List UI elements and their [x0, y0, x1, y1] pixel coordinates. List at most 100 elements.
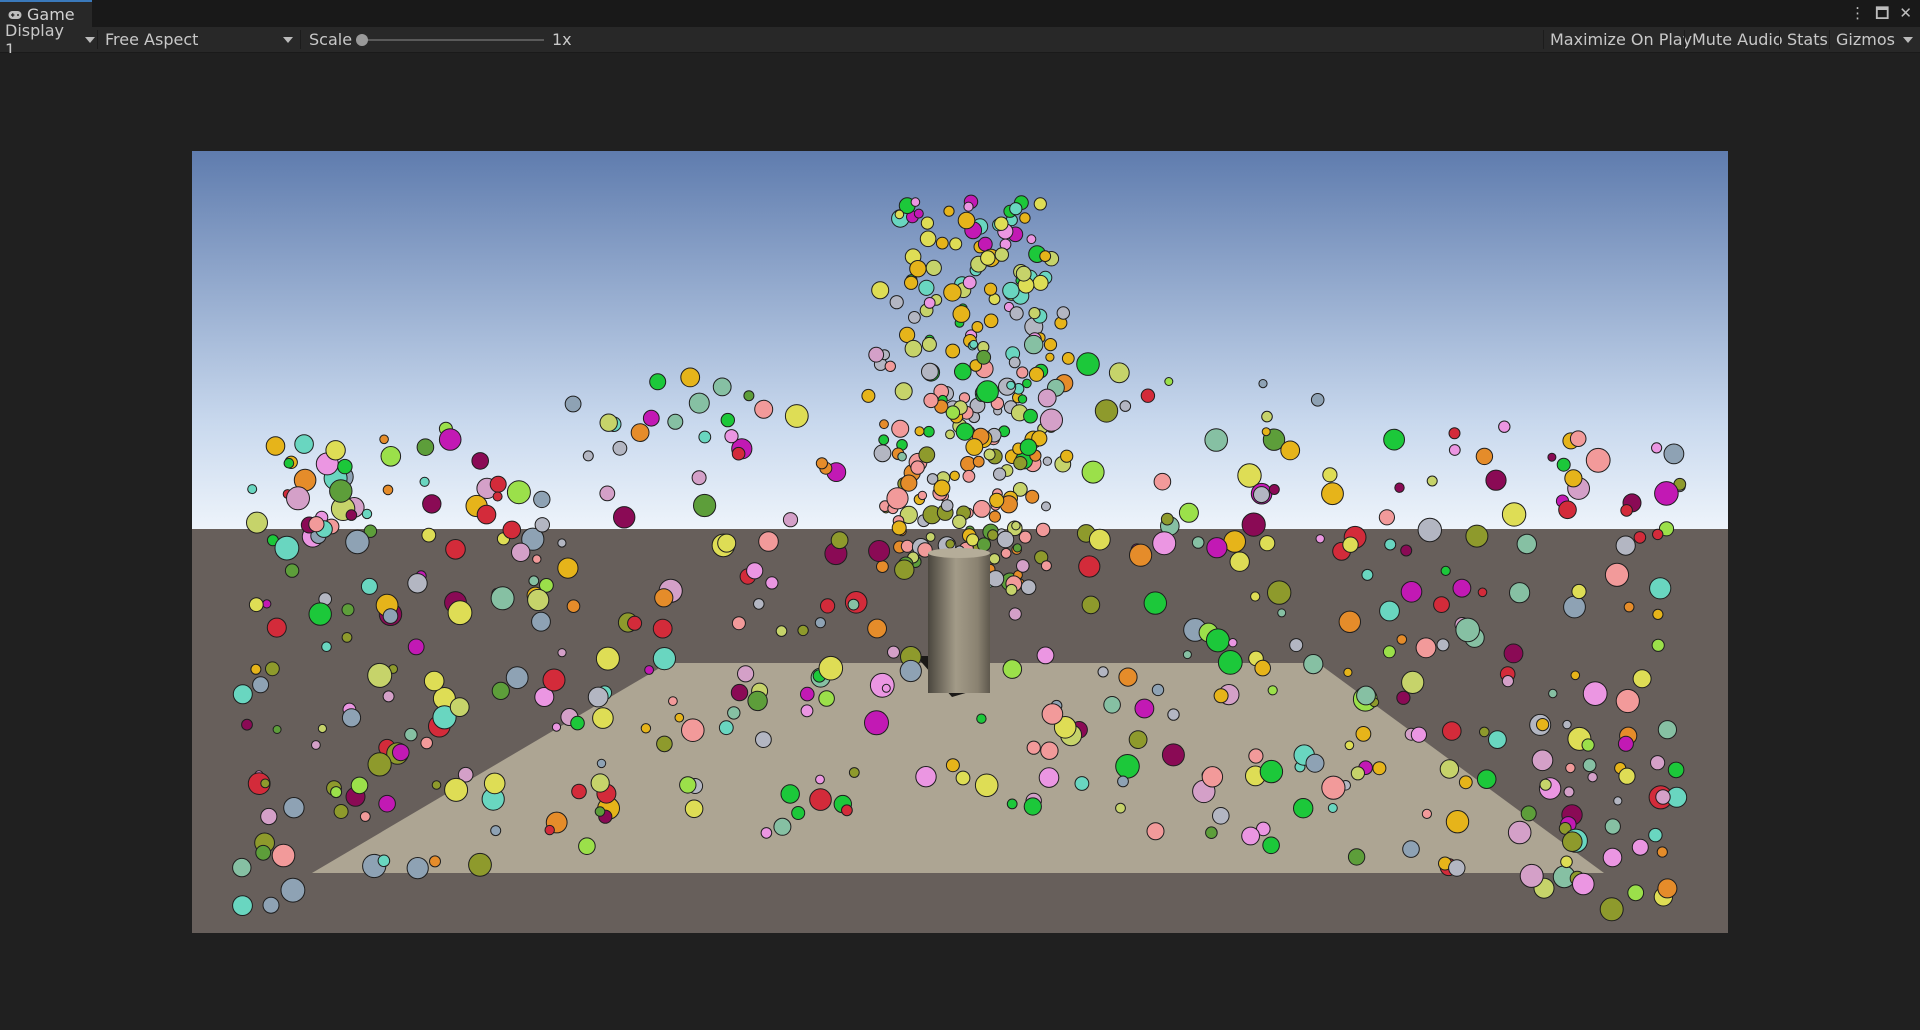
particle-ball — [1536, 718, 1550, 732]
particle-ball — [760, 827, 773, 839]
particle-ball — [1009, 202, 1023, 216]
particle-ball — [1599, 897, 1624, 922]
close-window-icon[interactable]: ✕ — [1899, 6, 1912, 21]
particle-ball — [341, 632, 353, 643]
particle-ball — [1028, 366, 1045, 382]
particle-ball — [232, 857, 252, 878]
particle-ball — [698, 430, 712, 444]
particle-ball — [1018, 530, 1032, 544]
particle-ball — [1654, 481, 1679, 506]
particle-ball — [1458, 775, 1473, 790]
particle-ball — [775, 625, 788, 637]
particle-ball — [527, 588, 550, 612]
particle-ball — [404, 727, 418, 742]
particle-ball — [1651, 638, 1665, 652]
particle-ball — [1572, 872, 1595, 896]
particle-ball — [731, 616, 746, 631]
particle-ball — [727, 706, 741, 720]
stats-toggle[interactable]: Stats — [1787, 27, 1828, 52]
particle-ball — [1016, 559, 1030, 573]
particle-ball — [317, 723, 327, 734]
particle-ball — [1020, 579, 1037, 596]
particle-ball — [914, 426, 925, 437]
particle-ball — [1322, 467, 1338, 483]
particle-ball — [868, 346, 885, 363]
particle-ball — [596, 758, 607, 769]
maximize-window-icon[interactable]: 🗖 — [1875, 6, 1889, 21]
particle-ball — [1108, 362, 1130, 384]
particle-ball — [974, 773, 999, 798]
particle-ball — [1602, 847, 1623, 868]
particle-ball — [889, 295, 904, 310]
particle-ball — [1384, 538, 1397, 551]
particle-ball — [1310, 393, 1325, 407]
display-dropdown[interactable]: Display 1 — [5, 21, 95, 59]
particle-ball — [345, 529, 370, 555]
particle-ball — [1648, 827, 1663, 843]
particle-ball — [544, 824, 555, 836]
particle-ball — [1019, 438, 1038, 456]
particle-ball — [571, 783, 587, 800]
gizmos-toggle[interactable]: Gizmos — [1836, 27, 1895, 52]
particle-ball — [490, 586, 515, 611]
particle-ball — [791, 806, 806, 820]
particle-ball — [884, 360, 896, 373]
particle-ball — [976, 349, 992, 365]
particle-ball — [490, 825, 502, 837]
particle-ball — [578, 837, 596, 856]
particle-ball — [1229, 551, 1250, 572]
aspect-dropdown[interactable]: Free Aspect — [105, 27, 295, 52]
particle-ball — [247, 484, 258, 495]
particle-ball — [1372, 761, 1387, 776]
particle-ball — [378, 794, 396, 813]
particle-ball — [506, 480, 531, 505]
game-render[interactable] — [192, 151, 1728, 933]
particle-ball — [599, 413, 618, 432]
particle-ball — [1383, 428, 1405, 451]
particle-ball — [952, 514, 967, 529]
particle-ball — [1289, 638, 1304, 653]
particle-ball — [891, 419, 910, 438]
particle-ball — [1143, 591, 1167, 615]
particle-ball — [592, 707, 614, 729]
particle-ball — [431, 780, 442, 790]
particle-ball — [800, 704, 814, 718]
particle-ball — [1303, 653, 1324, 675]
particle-ball — [891, 520, 907, 536]
particle-ball — [1280, 440, 1301, 461]
particle-ball — [1019, 212, 1031, 224]
mute-audio-toggle[interactable]: Mute Audio — [1692, 27, 1783, 52]
particle-ball — [1520, 805, 1537, 822]
gizmos-dropdown[interactable] — [1903, 27, 1913, 52]
particle-ball — [419, 476, 430, 487]
particle-ball — [1604, 818, 1621, 835]
divider — [1543, 30, 1544, 49]
particle-ball — [1212, 807, 1230, 825]
particle-ball — [864, 710, 889, 736]
maximize-on-play-toggle[interactable]: Maximize On Play — [1550, 27, 1692, 52]
chevron-down-icon — [85, 36, 95, 43]
particle-ball — [1039, 408, 1064, 432]
scale-slider-handle[interactable] — [356, 34, 368, 46]
particle-ball — [1254, 659, 1271, 677]
particle-ball — [250, 663, 262, 675]
divider — [1684, 30, 1685, 49]
more-options-icon[interactable]: ⋮ — [1850, 6, 1865, 21]
particle-ball — [945, 405, 961, 420]
particle-ball — [1061, 352, 1075, 365]
divider — [1779, 30, 1780, 49]
particle-ball — [594, 806, 606, 817]
particle-ball — [886, 487, 909, 510]
scale-slider-track[interactable] — [362, 39, 544, 41]
particle-ball — [1509, 582, 1531, 604]
particle-ball — [1343, 667, 1353, 678]
particle-ball — [1009, 306, 1024, 321]
particle-ball — [582, 450, 594, 462]
particle-ball — [1571, 583, 1587, 600]
particle-ball — [1128, 730, 1148, 749]
particle-ball — [1164, 377, 1174, 386]
particle-ball — [468, 852, 492, 877]
particle-ball — [755, 731, 772, 748]
particle-ball — [1503, 643, 1524, 664]
particle-ball — [814, 617, 827, 629]
